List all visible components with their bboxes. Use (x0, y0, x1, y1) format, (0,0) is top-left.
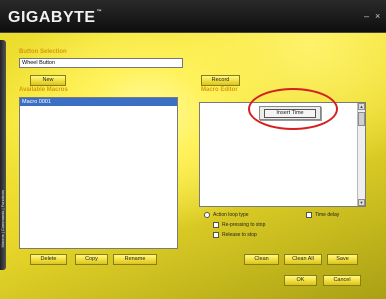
checkbox-icon[interactable] (213, 232, 219, 238)
rename-button[interactable]: Rename (113, 254, 157, 265)
available-macros-label: Available Macros (19, 87, 68, 93)
macro-editor-label: Macro Editor (201, 87, 238, 93)
action-loop-type-option[interactable]: Action loop type (204, 212, 249, 218)
available-macros-list[interactable]: Macro 0001 (19, 97, 178, 249)
close-icon[interactable]: × (375, 12, 380, 21)
macro-editor-scrollbar[interactable]: ▲ ▼ (357, 103, 365, 206)
title-bar: GIGABYTE™ – × (0, 0, 386, 33)
time-delay-option[interactable]: Time delay (306, 212, 339, 218)
side-tab-rail[interactable]: Macros | Commands | Functions (0, 40, 6, 270)
cancel-button[interactable]: Cancel (323, 275, 361, 286)
scroll-down-icon[interactable]: ▼ (358, 199, 365, 206)
checkbox-icon[interactable] (213, 222, 219, 228)
radio-icon[interactable] (204, 212, 210, 218)
record-button[interactable]: Record (201, 75, 240, 86)
macro-editor-window: GIGABYTE™ – × Macros | Commands | Functi… (0, 0, 386, 299)
clean-button[interactable]: Clean (244, 254, 279, 265)
side-tab-label: Macros | Commands | Functions (0, 190, 5, 248)
button-selection-label: Button Selection (19, 49, 67, 55)
ok-button[interactable]: OK (284, 275, 317, 286)
scroll-thumb[interactable] (358, 112, 365, 126)
gigabyte-logo: GIGABYTE™ (8, 9, 102, 27)
delete-button[interactable]: Delete (30, 254, 67, 265)
insert-time-menu-item[interactable]: Insert Time (264, 109, 316, 118)
context-menu: Insert Time (259, 106, 321, 120)
release-to-stop-option[interactable]: Release to stop (213, 232, 257, 238)
clean-all-button[interactable]: Clean All (284, 254, 322, 265)
release-to-stop-label: Release to stop (222, 232, 257, 238)
button-selection-field[interactable]: Wheel Button (19, 58, 183, 68)
save-button[interactable]: Save (327, 254, 358, 265)
logo-trademark: ™ (96, 9, 103, 15)
scroll-up-icon[interactable]: ▲ (358, 103, 365, 110)
repressing-to-stop-label: Re-pressing to stop (222, 222, 266, 228)
action-loop-type-label: Action loop type (213, 212, 249, 218)
repressing-to-stop-option[interactable]: Re-pressing to stop (213, 222, 265, 228)
checkbox-icon[interactable] (306, 212, 312, 218)
new-button[interactable]: New (30, 75, 66, 86)
list-item[interactable]: Macro 0001 (20, 98, 177, 106)
copy-button[interactable]: Copy (75, 254, 108, 265)
time-delay-label: Time delay (315, 212, 340, 218)
minimize-icon[interactable]: – (364, 12, 369, 21)
logo-text: GIGABYTE (8, 9, 96, 26)
